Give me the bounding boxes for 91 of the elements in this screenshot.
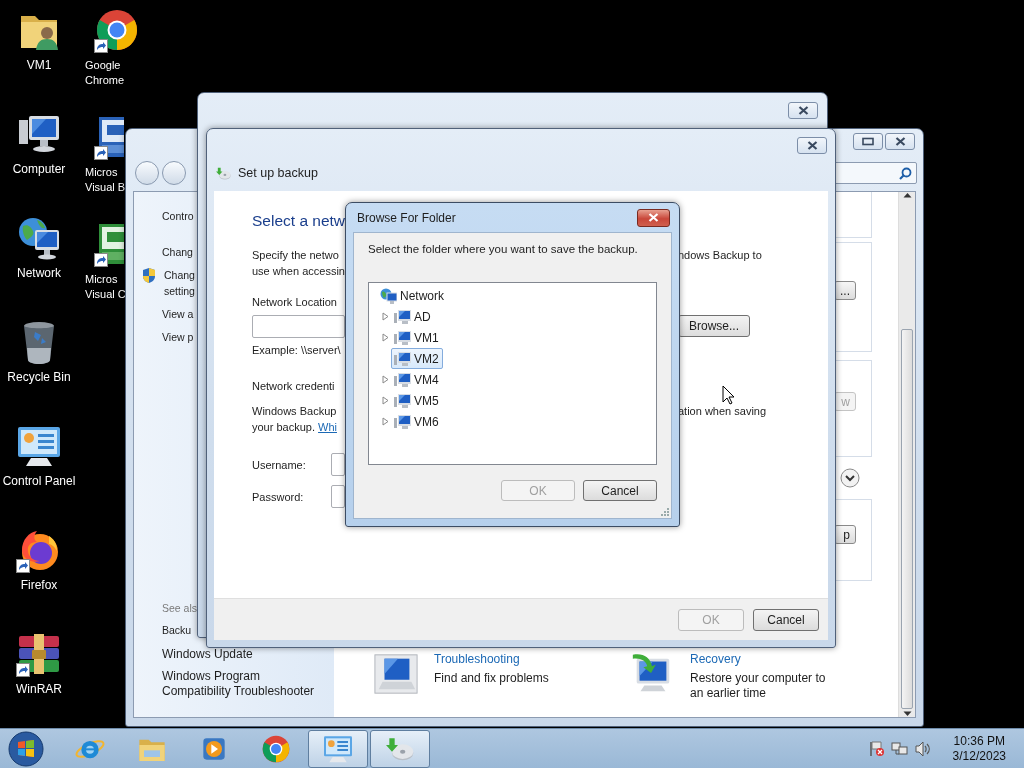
sidebar-link[interactable]: View a	[162, 306, 194, 322]
icon-label[interactable]: WinRAR	[16, 682, 62, 697]
icon-label[interactable]: VM1	[26, 58, 52, 73]
sidebar-heading: See als	[162, 601, 198, 616]
chevron-down-icon[interactable]	[840, 468, 860, 488]
section-label: Network credenti	[252, 379, 335, 394]
network-icon	[380, 287, 397, 304]
card-button[interactable]: ...	[834, 281, 856, 300]
sidebar-link[interactable]: Chang setting	[164, 267, 195, 299]
browse-button[interactable]: Browse...	[678, 315, 750, 337]
computer-icon	[394, 413, 411, 430]
sidebar-link[interactable]: Windows Update	[162, 647, 253, 662]
close-button[interactable]	[797, 137, 827, 154]
task-link[interactable]: Troubleshooting	[434, 651, 549, 667]
clock-date: 3/12/2023	[952, 748, 1006, 764]
task-description: Restore your computer to an earlier time	[690, 671, 826, 701]
icon-label[interactable]: Micros Visual B	[85, 165, 126, 195]
computer-icon	[394, 329, 411, 346]
network-icon[interactable]	[890, 739, 909, 758]
computer-icon	[394, 392, 411, 409]
expand-arrow-icon[interactable]	[381, 333, 390, 342]
flag-icon[interactable]	[867, 739, 886, 758]
close-button[interactable]	[788, 102, 818, 119]
dialog-title: Browse For Folder	[357, 210, 456, 225]
clock[interactable]: 10:36 PM 3/12/2023	[952, 733, 1006, 764]
computer-icon	[373, 651, 419, 697]
cursor-icon	[722, 385, 735, 405]
scrollbar[interactable]	[898, 192, 915, 717]
text-field[interactable]	[331, 453, 345, 476]
taskbar-button[interactable]	[308, 729, 368, 768]
icon-label[interactable]: Computer	[12, 162, 66, 177]
taskbar-button[interactable]	[370, 729, 430, 768]
dialog-button[interactable]: Cancel	[583, 480, 657, 501]
speaker-icon[interactable]	[913, 739, 932, 758]
page-heading: Select a netw	[252, 211, 346, 231]
clock-time: 10:36 PM	[953, 733, 1005, 749]
icon-label[interactable]: Micros Visual C	[85, 272, 126, 302]
computer-icon	[394, 371, 411, 388]
text-field[interactable]	[331, 485, 345, 508]
start-orb-icon	[7, 729, 45, 768]
close-icon	[797, 106, 809, 115]
close-icon	[648, 213, 659, 222]
description-text: Windows Backup your backup. Whi	[252, 404, 337, 435]
scroll-up-icon[interactable]	[902, 192, 912, 198]
icon-label[interactable]: Control Panel	[2, 474, 76, 489]
close-button[interactable]	[637, 208, 670, 227]
close-icon	[806, 141, 818, 150]
tree-item[interactable]: VM5	[391, 390, 443, 411]
search-icon	[899, 166, 912, 180]
expand-arrow-icon[interactable]	[381, 396, 390, 405]
tree-item[interactable]: VM4	[391, 369, 443, 390]
computer-icon	[394, 350, 411, 367]
resize-grip-icon[interactable]	[660, 507, 670, 517]
computer-icon	[394, 308, 411, 325]
tree-item[interactable]: Network	[377, 285, 448, 306]
maximize-button[interactable]	[853, 133, 883, 150]
restore-icon	[862, 137, 874, 146]
prompt-text: Select the folder where you want to save the backup.	[368, 242, 639, 257]
search-field[interactable]	[833, 162, 917, 184]
sidebar-link[interactable]: Chang	[162, 244, 193, 260]
scroll-thumb[interactable]	[901, 329, 913, 709]
field-label: Password:	[252, 489, 305, 505]
card-button[interactable]: p	[834, 525, 856, 544]
dialog-button[interactable]: Cancel	[753, 608, 819, 631]
location-field[interactable]	[252, 315, 345, 338]
field-label: Username:	[252, 457, 307, 473]
icon-label[interactable]: Firefox	[20, 578, 58, 593]
icon-label[interactable]: Google Chrome	[85, 58, 125, 88]
tree-item[interactable]: AD	[391, 306, 435, 327]
description-text: Specify the netwo use when accessin	[252, 248, 345, 279]
sidebar-link[interactable]: Backu	[162, 623, 192, 638]
icon-label[interactable]: Network	[17, 266, 61, 281]
help-link[interactable]: Whi	[318, 421, 337, 433]
tree-item[interactable]: VM6	[391, 411, 443, 432]
close-button[interactable]	[885, 133, 915, 150]
sidebar-link[interactable]: View p	[162, 329, 194, 345]
scroll-down-icon[interactable]	[902, 711, 912, 717]
sidebar-link[interactable]: Contro	[162, 208, 194, 224]
field-label: Network Location	[252, 295, 337, 310]
hint-text: Example: \\server\	[252, 343, 341, 358]
window-title: Set up backup	[238, 166, 318, 180]
tree-item[interactable]: VM2	[391, 348, 443, 369]
task-link[interactable]: Recovery	[690, 651, 826, 667]
sidebar-link[interactable]: Windows Program Compatibility Troubleshooter	[162, 669, 315, 699]
icon-label[interactable]: Recycle Bin	[7, 370, 71, 385]
tree-item[interactable]: VM1	[391, 327, 443, 348]
expand-arrow-icon[interactable]	[381, 312, 390, 321]
close-icon	[894, 137, 906, 146]
expand-arrow-icon[interactable]	[381, 375, 390, 384]
task-description: Find and fix problems	[434, 671, 549, 686]
expand-arrow-icon[interactable]	[381, 417, 390, 426]
